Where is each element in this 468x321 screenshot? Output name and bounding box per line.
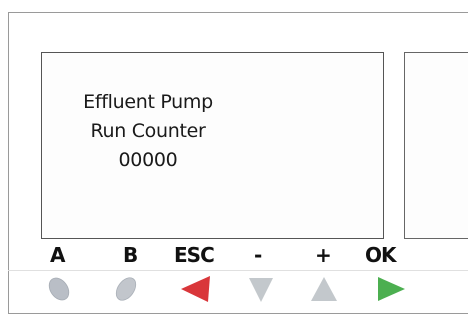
button-b-label: B [123, 243, 138, 267]
down-arrow-icon [249, 278, 273, 302]
button-b[interactable] [111, 274, 141, 304]
oval-button-icon [48, 277, 70, 301]
right-arrow-icon [378, 277, 405, 301]
secondary-display [404, 52, 468, 239]
button-esc-label: ESC [174, 243, 215, 267]
button-ok[interactable] [374, 274, 405, 304]
button-minus[interactable] [246, 274, 276, 304]
button-esc[interactable] [178, 274, 210, 304]
button-a[interactable] [44, 274, 74, 304]
divider [8, 270, 468, 271]
lcd-text: Effluent Pump Run Counter 00000 [48, 88, 248, 175]
button-ok-label: OK [365, 243, 396, 267]
button-a-label: A [50, 243, 66, 267]
oval-button-icon [115, 277, 137, 301]
button-minus-label: - [254, 243, 262, 267]
lcd-line-title: Effluent Pump [83, 91, 213, 113]
left-arrow-icon [181, 276, 210, 302]
lcd-line-value: 00000 [118, 149, 178, 171]
up-arrow-icon [311, 277, 337, 301]
button-plus[interactable] [309, 274, 339, 304]
button-plus-label: + [315, 243, 332, 267]
lcd-line-subtitle: Run Counter [90, 120, 206, 142]
